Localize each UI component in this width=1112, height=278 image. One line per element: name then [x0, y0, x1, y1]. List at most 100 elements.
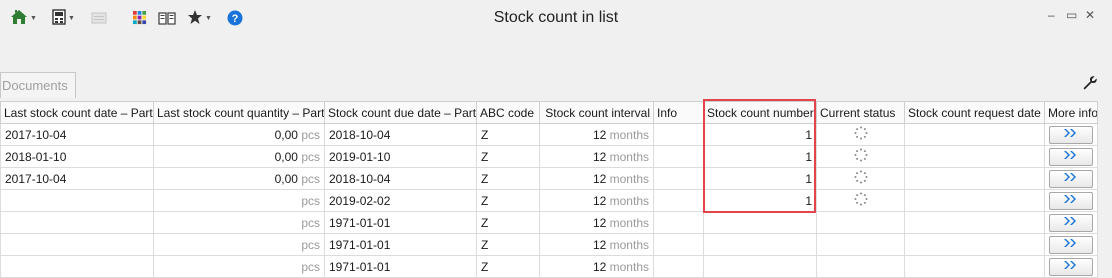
status-spinner-icon — [854, 170, 868, 187]
table-row[interactable]: pcs 1971-01-01 Z 12 months — [0, 233, 1098, 256]
quantity-value: 0,00 — [274, 149, 298, 164]
interval-cell: 12 months — [539, 145, 654, 168]
table-row[interactable]: 2018-01-10 0,00 pcs 2019-01-10 Z 12 months 1 — [0, 145, 1098, 168]
double-chevron-right-icon — [1063, 149, 1079, 163]
last-count-date-cell — [0, 211, 154, 234]
due-date: 2019-02-02 — [329, 193, 391, 208]
abc-code-cell: Z — [476, 145, 540, 168]
status-cell — [816, 255, 905, 278]
column-header-more-info[interactable]: More info — [1044, 101, 1098, 124]
request-date-cell — [904, 211, 1045, 234]
minimize-button[interactable]: – — [1048, 8, 1055, 22]
abc-code: Z — [481, 193, 489, 208]
table-row[interactable]: 2017-10-04 0,00 pcs 2018-10-04 Z 12 months 1 — [0, 123, 1098, 146]
request-date-cell — [904, 123, 1045, 146]
last-count-date-cell: 2017-10-04 — [0, 167, 154, 190]
table-row[interactable]: pcs 2019-02-02 Z 12 months 1 — [0, 189, 1098, 212]
status-spinner-icon — [854, 192, 868, 209]
double-chevron-right-icon — [1063, 215, 1079, 229]
count-number-cell: 1 — [703, 123, 817, 146]
table-row[interactable]: 2017-10-04 0,00 pcs 2018-10-04 Z 12 months 1 — [0, 167, 1098, 190]
more-info-cell — [1044, 167, 1098, 190]
status-spinner-icon — [854, 126, 868, 143]
title-bar: ▼ ▼ ▼ ? Stock count in list – ▭ ✕ — [0, 0, 1112, 36]
more-info-button[interactable] — [1049, 170, 1093, 188]
due-date-cell: 1971-01-01 — [324, 255, 477, 278]
more-info-button[interactable] — [1049, 236, 1093, 254]
due-date-cell: 2019-02-02 — [324, 189, 477, 212]
interval-unit: months — [609, 215, 649, 230]
last-count-quantity-cell: pcs — [153, 189, 325, 212]
abc-code-cell: Z — [476, 189, 540, 212]
last-count-quantity-cell: pcs — [153, 233, 325, 256]
interval-value: 12 — [592, 127, 607, 142]
column-header-abc-code[interactable]: ABC code — [476, 101, 540, 124]
interval-value: 12 — [592, 171, 607, 186]
interval-unit: months — [609, 127, 649, 142]
abc-code-cell: Z — [476, 255, 540, 278]
quantity-value: 0,00 — [274, 127, 298, 142]
table-row[interactable]: pcs 1971-01-01 Z 12 months — [0, 255, 1098, 278]
status-cell — [816, 189, 905, 212]
double-chevron-right-icon — [1063, 171, 1079, 185]
last-count-quantity-cell: 0,00 pcs — [153, 145, 325, 168]
interval-unit: months — [609, 149, 649, 164]
column-header-request-date[interactable]: Stock count request date — [904, 101, 1045, 124]
column-header-due-date[interactable]: Stock count due date – Part — [324, 101, 477, 124]
more-info-button[interactable] — [1049, 258, 1093, 276]
last-count-quantity-cell: 0,00 pcs — [153, 123, 325, 146]
abc-code: Z — [481, 171, 489, 186]
interval-cell: 12 months — [539, 211, 654, 234]
info-cell — [653, 145, 704, 168]
quantity-unit: pcs — [301, 171, 320, 186]
maximize-button[interactable]: ▭ — [1066, 8, 1077, 22]
column-header-count-number[interactable]: Stock count number — [703, 101, 817, 124]
more-info-button[interactable] — [1049, 192, 1093, 210]
count-number-cell — [703, 211, 817, 234]
interval-value: 12 — [592, 237, 607, 252]
abc-code-cell: Z — [476, 123, 540, 146]
column-header-interval[interactable]: Stock count interval — [539, 101, 654, 124]
more-info-cell — [1044, 189, 1098, 212]
more-info-button[interactable] — [1049, 214, 1093, 232]
quantity-value: 0,00 — [274, 171, 298, 186]
table-header-row: Last stock count date – Part Last stock … — [0, 101, 1098, 124]
table-row[interactable]: pcs 1971-01-01 Z 12 months — [0, 211, 1098, 234]
info-cell — [653, 123, 704, 146]
last-count-date: 2018-01-10 — [5, 149, 67, 164]
interval-value: 12 — [592, 193, 607, 208]
last-count-date-cell — [0, 233, 154, 256]
interval-cell: 12 months — [539, 189, 654, 212]
more-info-button[interactable] — [1049, 126, 1093, 144]
count-number-cell: 1 — [703, 189, 817, 212]
interval-unit: months — [609, 237, 649, 252]
last-count-quantity-cell: 0,00 pcs — [153, 167, 325, 190]
info-cell — [653, 233, 704, 256]
wrench-icon[interactable] — [1082, 75, 1098, 94]
request-date-cell — [904, 145, 1045, 168]
abc-code-cell: Z — [476, 233, 540, 256]
last-count-date: 2017-10-04 — [5, 171, 67, 186]
last-count-date: 2017-10-04 — [5, 127, 67, 142]
column-header-last-count-quantity[interactable]: Last stock count quantity – Part — [153, 101, 325, 124]
count-number-cell — [703, 233, 817, 256]
column-header-current-status[interactable]: Current status — [816, 101, 905, 124]
interval-cell: 12 months — [539, 233, 654, 256]
due-date-cell: 2018-10-04 — [324, 123, 477, 146]
due-date: 2018-10-04 — [329, 171, 391, 186]
abc-code: Z — [481, 149, 489, 164]
quantity-unit: pcs — [301, 127, 320, 142]
status-cell — [816, 123, 905, 146]
request-date-cell — [904, 189, 1045, 212]
tab-documents[interactable]: Documents — [0, 72, 76, 98]
column-header-last-count-date[interactable]: Last stock count date – Part — [0, 101, 154, 124]
more-info-button[interactable] — [1049, 148, 1093, 166]
window-title: Stock count in list — [493, 9, 619, 26]
due-date-cell: 2019-01-10 — [324, 145, 477, 168]
count-number: 1 — [805, 193, 812, 208]
column-header-info[interactable]: Info — [653, 101, 704, 124]
quantity-unit: pcs — [301, 237, 320, 252]
status-cell — [816, 211, 905, 234]
abc-code: Z — [481, 237, 489, 252]
close-button[interactable]: ✕ — [1085, 8, 1095, 22]
